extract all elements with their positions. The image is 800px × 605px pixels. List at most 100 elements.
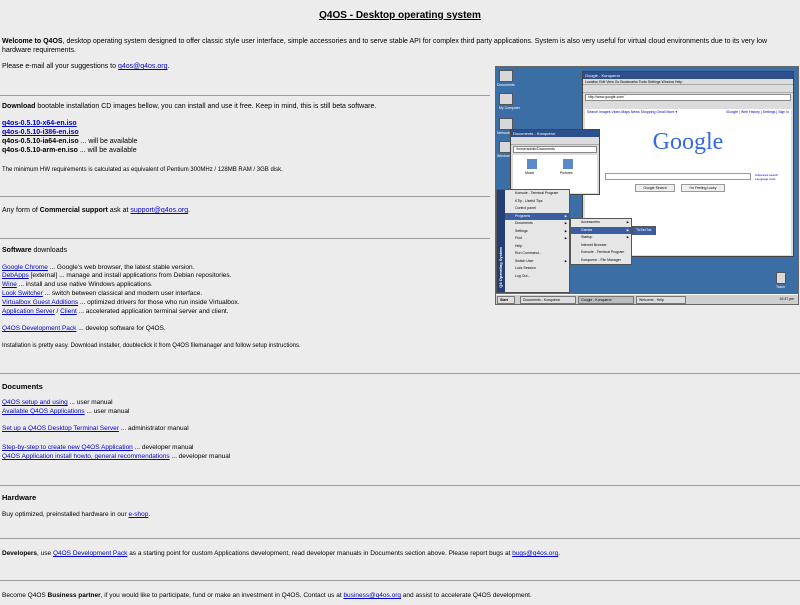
- start-menu-item[interactable]: Log Out...: [505, 273, 569, 281]
- support-middle: ask at: [107, 207, 131, 214]
- start-menu-item[interactable]: KTip - Useful Tips: [505, 198, 569, 206]
- google-logo-text: Google: [652, 129, 724, 155]
- software-link[interactable]: DebApps: [2, 272, 29, 279]
- start-menu-item[interactable]: Lock Session: [505, 265, 569, 273]
- support-suffix: .: [188, 207, 191, 214]
- document-link[interactable]: Q4OS Application install howto, general …: [2, 453, 170, 460]
- hardware-heading: Hardware: [2, 493, 37, 502]
- document-desc: ... user manual: [84, 408, 130, 415]
- software-link[interactable]: Google Chrome: [2, 264, 48, 271]
- welcome-strong: Welcome to Q4OS: [2, 38, 63, 45]
- eshop-link[interactable]: e-shop: [128, 511, 148, 518]
- taskbar-task[interactable]: Documents - Konqueror: [520, 296, 576, 304]
- start-menu-item[interactable]: Control panel: [505, 205, 569, 213]
- start-menu[interactable]: Q4 Operating System Konsole - Terminal P…: [496, 189, 570, 293]
- document-link[interactable]: Q4OS setup and using: [2, 399, 68, 406]
- start-menu-item[interactable]: Settings ▶: [505, 228, 569, 236]
- google-search-input[interactable]: [605, 173, 751, 180]
- taskbar-task[interactable]: Google - Konqueror: [578, 296, 634, 304]
- software-desc: ... optimized drivers for those who run …: [78, 299, 240, 306]
- submenu-arrow-icon: ▶: [564, 213, 567, 218]
- language-tools-link[interactable]: Language tools: [755, 177, 778, 181]
- google-toplinks[interactable]: iGoogle | Web History | Settings | Sign …: [726, 110, 789, 114]
- support-strong: Commercial support: [39, 207, 108, 214]
- start-button[interactable]: Start: [497, 296, 515, 304]
- document-link[interactable]: Set up a Q4OS Desktop Terminal Server: [2, 425, 119, 432]
- games-submenu[interactable]: TicTacToe: [632, 226, 656, 235]
- games-item[interactable]: TicTacToe: [633, 227, 655, 235]
- desktop-icon-label: Documents: [497, 83, 515, 87]
- document-link[interactable]: Step-by-step to create new Q4OS Applicat…: [2, 444, 133, 451]
- start-menu-item[interactable]: Konsole - Terminal Program: [505, 190, 569, 198]
- document-desc: ... developer manual: [169, 453, 231, 460]
- iso-row: q4os-0.5.10-arm-en.iso ... will be avail…: [2, 146, 137, 155]
- partner-prefix: Become Q4OS: [2, 592, 48, 599]
- partner-suffix: and assist to accelerate Q4OS developmen…: [401, 592, 532, 599]
- iso-row: q4os-0.5.10-x64-en.iso: [2, 119, 77, 128]
- start-menu-item[interactable]: Help: [505, 243, 569, 251]
- taskbar-task[interactable]: Welcome - Help: [636, 296, 686, 304]
- iso-note: ... will be available: [77, 147, 137, 154]
- devpack-link[interactable]: Q4OS Development Pack: [2, 325, 76, 332]
- documents-desktop-icon: [499, 70, 513, 82]
- google-nav[interactable]: Search Images Video Maps News Shopping G…: [587, 110, 677, 114]
- programs-item[interactable]: Startup ▶: [571, 234, 631, 242]
- programs-item[interactable]: Konqueror - File Manager: [571, 257, 631, 265]
- browser-location-bar[interactable]: http://www.google.com/: [585, 94, 791, 101]
- documents-titlebar[interactable]: Documents - Konqueror: [511, 130, 599, 137]
- start-menu-item-programs[interactable]: Programs ▶: [505, 212, 569, 220]
- client-link[interactable]: Client: [60, 308, 77, 315]
- email-link[interactable]: q4os@q4os.org: [118, 63, 168, 70]
- iso-link[interactable]: q4os-0.5.10-x64-en.iso: [2, 120, 77, 127]
- programs-item[interactable]: Accessories ▶: [571, 219, 631, 227]
- software-link[interactable]: Virtualbox Guest Additions: [2, 299, 78, 306]
- computer-desktop-icon: [499, 93, 513, 105]
- appserver-desc: ... accelerated application terminal ser…: [76, 308, 229, 315]
- documents-toolbar[interactable]: [511, 137, 599, 145]
- email-suffix: .: [167, 63, 170, 70]
- document-link[interactable]: Available Q4OS Applications: [2, 408, 85, 415]
- appserver-link[interactable]: Application Server: [2, 308, 55, 315]
- start-menu-item[interactable]: Documents ▶: [505, 220, 569, 228]
- iso-link[interactable]: q4os-0.5.10-i386-en.iso: [2, 129, 79, 136]
- documents-window[interactable]: Documents - Konqueror /home/admin/Docume…: [510, 129, 600, 195]
- programs-submenu[interactable]: Accessories ▶ Games ▶ Startup ▶ Internet Br…: [570, 218, 632, 265]
- iso-row: q4os-0.5.10-i386-en.iso: [2, 128, 79, 137]
- partner-text: , if you would like to participate, fund…: [100, 592, 344, 599]
- start-menu-item[interactable]: Switch User ▶: [505, 258, 569, 266]
- documents-location-bar[interactable]: /home/admin/Documents: [513, 146, 597, 153]
- software-link[interactable]: Look Switcher: [2, 290, 43, 297]
- browser-titlebar[interactable]: Google - Konqueror: [583, 72, 793, 79]
- document-item: Step-by-step to create new Q4OS Applicat…: [2, 443, 194, 452]
- email-prefix: Please e-mail all your suggestions to: [2, 63, 118, 70]
- documents-heading: Documents: [2, 382, 43, 391]
- devpack-link-2[interactable]: Q4OS Development Pack: [53, 550, 127, 557]
- documents-pane: Music Pictures: [513, 155, 597, 193]
- software-link[interactable]: Wine: [2, 281, 17, 288]
- bugs-email-link[interactable]: bugs@q4os.org: [512, 550, 558, 557]
- folder-icon[interactable]: [563, 159, 573, 169]
- google-search-button[interactable]: Google Search: [635, 184, 675, 192]
- divider: [0, 373, 800, 374]
- programs-item[interactable]: Konsole - Terminal Program: [571, 249, 631, 257]
- menu-item-label: Startup: [581, 235, 593, 239]
- business-email-link[interactable]: business@q4os.org: [343, 592, 401, 599]
- desktop-screenshot[interactable]: Documents My Computer Network Neigh. Win…: [495, 66, 799, 305]
- programs-item-games[interactable]: Games ▶: [571, 226, 631, 234]
- submenu-arrow-icon: ▶: [626, 227, 629, 232]
- divider: [0, 238, 490, 239]
- folder-label: Pictures: [560, 171, 573, 175]
- support-email-link[interactable]: support@q4os.org: [130, 207, 188, 214]
- desktop-icon-label: My Computer: [499, 106, 521, 110]
- start-menu-item[interactable]: Run Command...: [505, 250, 569, 258]
- submenu-arrow-icon: ▶: [564, 236, 567, 240]
- start-menu-item[interactable]: Find ▶: [505, 235, 569, 243]
- folder-icon[interactable]: [527, 159, 537, 169]
- programs-item[interactable]: Internet Browser: [571, 242, 631, 250]
- software-heading: Software downloads: [2, 246, 67, 255]
- submenu-arrow-icon: ▶: [626, 235, 629, 239]
- document-item: Set up a Q4OS Desktop Terminal Server ..…: [2, 424, 189, 433]
- software-desc: [external] ... manage and install applic…: [28, 272, 232, 279]
- browser-toolbar[interactable]: [583, 85, 793, 93]
- feeling-lucky-button[interactable]: I'm Feeling Lucky: [681, 184, 725, 192]
